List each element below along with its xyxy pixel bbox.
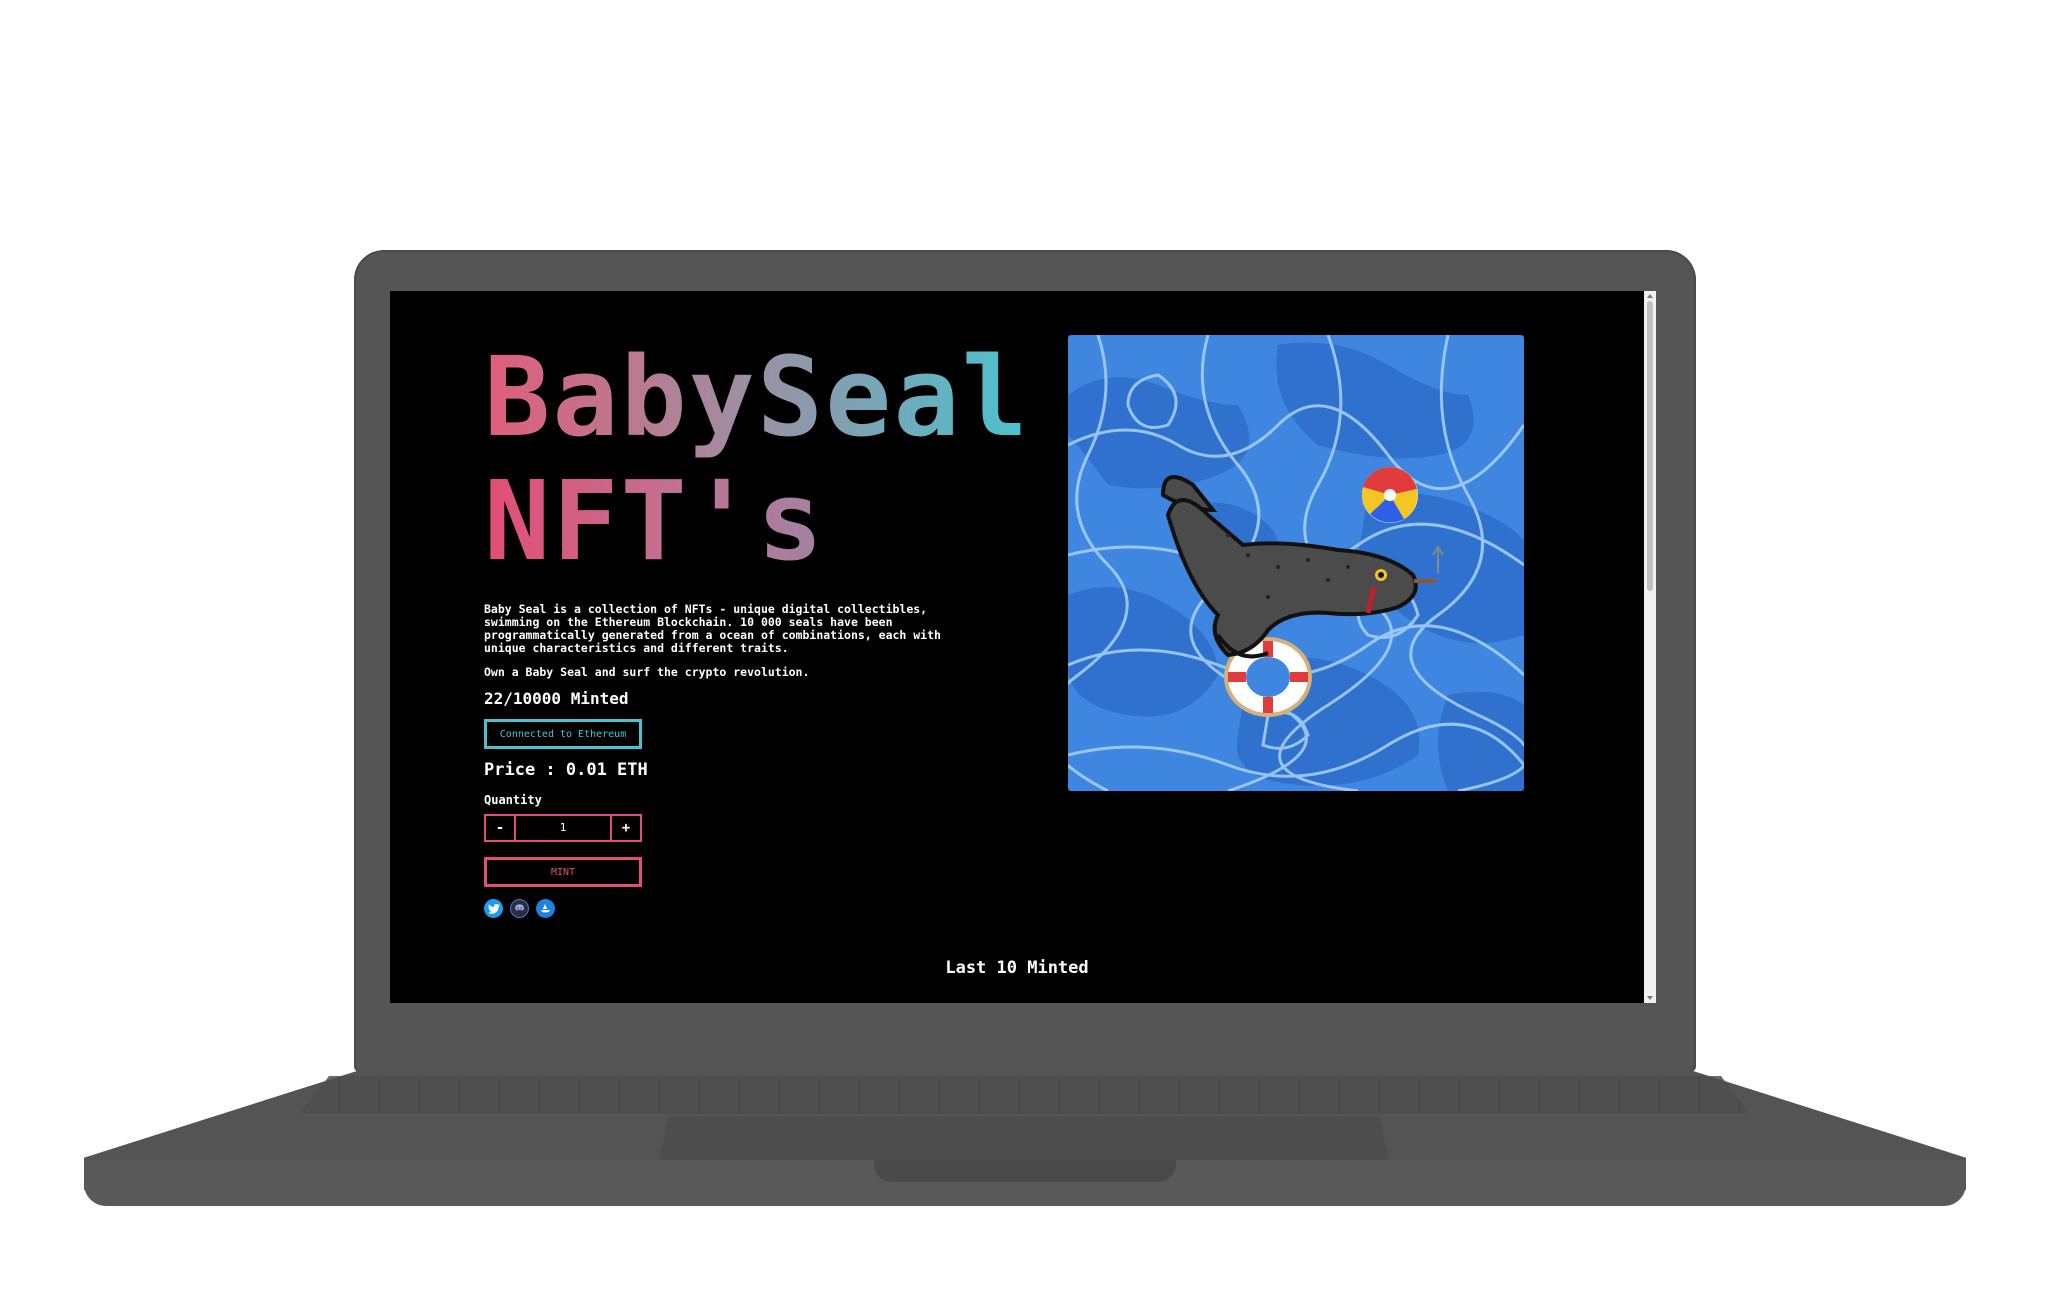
collection-tagline: Own a Baby Seal and surf the crypto revo…	[484, 665, 810, 679]
mint-button[interactable]: MINT	[484, 857, 642, 887]
laptop-keyboard	[300, 1076, 1750, 1114]
collection-description: Baby Seal is a collection of NFTs - uniq…	[484, 602, 941, 655]
twitter-icon[interactable]	[484, 899, 503, 918]
scroll-down-arrow-icon[interactable]	[1647, 996, 1653, 1000]
last-minted-heading: Last 10 Minted	[945, 958, 1089, 978]
social-links	[484, 899, 555, 918]
title-line-1: BabySeal	[484, 333, 1030, 461]
discord-icon[interactable]	[510, 899, 529, 918]
scrollbar[interactable]	[1644, 291, 1656, 1003]
connect-wallet-button[interactable]: Connected to Ethereum	[484, 719, 642, 749]
quantity-increase-button[interactable]: +	[610, 816, 640, 840]
quantity-decrease-button[interactable]: -	[486, 816, 516, 840]
minted-count: 22/10000 Minted	[484, 689, 629, 708]
nft-preview-image	[1068, 335, 1524, 791]
quantity-label: Quantity	[484, 793, 542, 807]
quantity-stepper: - 1 +	[484, 814, 642, 842]
quantity-input[interactable]: 1	[516, 816, 610, 840]
laptop-screen: BabySeal NFT's Baby Seal is a collection…	[390, 291, 1656, 1003]
scrollbar-thumb[interactable]	[1647, 301, 1653, 591]
scroll-up-arrow-icon[interactable]	[1647, 294, 1653, 298]
title-line-2: NFT's	[484, 457, 826, 585]
laptop-trackpad	[658, 1116, 1390, 1162]
laptop-notch	[874, 1160, 1176, 1182]
mint-price: Price : 0.01 ETH	[484, 760, 648, 780]
page-title: BabySeal NFT's	[484, 335, 1030, 583]
opensea-icon[interactable]	[536, 899, 555, 918]
